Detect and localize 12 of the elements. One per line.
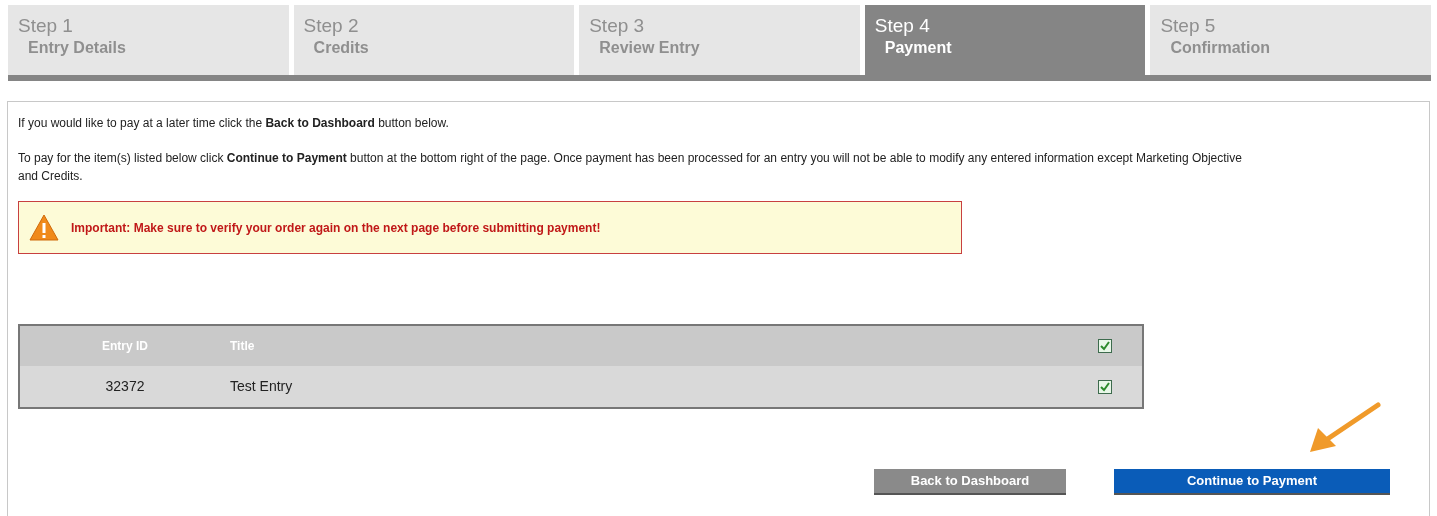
step-tab[interactable]: Step 5 Confirmation (1150, 5, 1431, 75)
alert-text: Important: Make sure to verify your order again on the next page before submitting payment! (71, 219, 601, 237)
step-tab[interactable]: Step 1 Entry Details (8, 5, 289, 75)
instructions-text: To pay for the item(s) listed below click Continue to Payment button at the bottom right of the page. Once payment has been processed for an entry you will not be able to modify any entered information except Marketing Objective and Credits. (18, 150, 1243, 185)
step-tab[interactable]: Step 4 Payment (864, 5, 1146, 75)
step-tab[interactable]: Step 3 Review Entry (579, 5, 860, 75)
intro-text: If you would like to pay at a later time click the Back to Dashboard button below. (18, 115, 450, 132)
continue-to-payment-button[interactable]: Continue to Payment (1114, 469, 1390, 495)
table-cell-text: Test Entry (230, 377, 294, 396)
step-tab[interactable]: Step 2 Credits (293, 5, 575, 75)
table-cell-text: 32372 (104, 377, 146, 396)
back-to-dashboard-button[interactable]: Back to Dashboard (874, 469, 1066, 495)
